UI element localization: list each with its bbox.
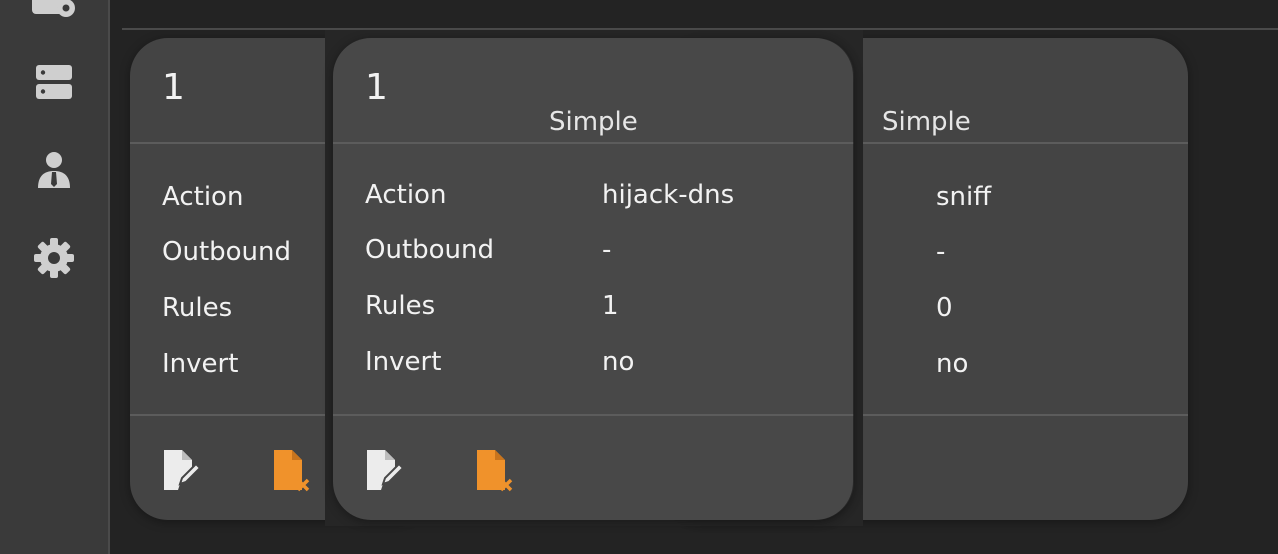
user-icon[interactable] bbox=[32, 148, 76, 192]
rules-label: Rules bbox=[162, 293, 233, 323]
edit-button[interactable] bbox=[365, 448, 405, 492]
card-kind: Simple bbox=[549, 107, 638, 137]
card-number: 1 bbox=[162, 67, 185, 108]
sidebar bbox=[0, 0, 110, 554]
outbound-value: - bbox=[936, 237, 946, 267]
rules-label: Rules bbox=[365, 291, 436, 321]
card-divider bbox=[333, 414, 853, 416]
server-icon[interactable] bbox=[32, 62, 76, 106]
delete-button[interactable] bbox=[272, 448, 312, 492]
edit-button[interactable] bbox=[162, 448, 202, 492]
rules-value: 1 bbox=[602, 291, 619, 321]
invert-label: Invert bbox=[365, 347, 442, 377]
card-divider bbox=[333, 142, 853, 144]
action-label: Action bbox=[365, 180, 447, 210]
invert-value: no bbox=[602, 347, 635, 377]
action-value: sniff bbox=[936, 182, 992, 212]
gear-icon[interactable] bbox=[32, 236, 76, 280]
invert-value: no bbox=[936, 349, 969, 379]
delete-button[interactable] bbox=[475, 448, 515, 492]
outbound-label: Outbound bbox=[162, 237, 292, 267]
card-kind: Simple bbox=[882, 107, 971, 137]
outbound-value: - bbox=[602, 235, 612, 265]
settings-partial-icon[interactable] bbox=[32, 0, 76, 22]
action-value: hijack-dns bbox=[602, 180, 735, 210]
invert-label: Invert bbox=[162, 349, 239, 379]
outbound-label: Outbound bbox=[365, 235, 495, 265]
action-label: Action bbox=[162, 182, 244, 212]
dragged-rule-card[interactable]: 1 Simple Action Outbound Rules Invert hi… bbox=[333, 38, 853, 520]
rules-value: 0 bbox=[936, 293, 953, 323]
drag-overlay: 2 Action Outbound Rules Invert Simple hi… bbox=[325, 30, 863, 526]
card-number: 1 bbox=[365, 67, 388, 108]
